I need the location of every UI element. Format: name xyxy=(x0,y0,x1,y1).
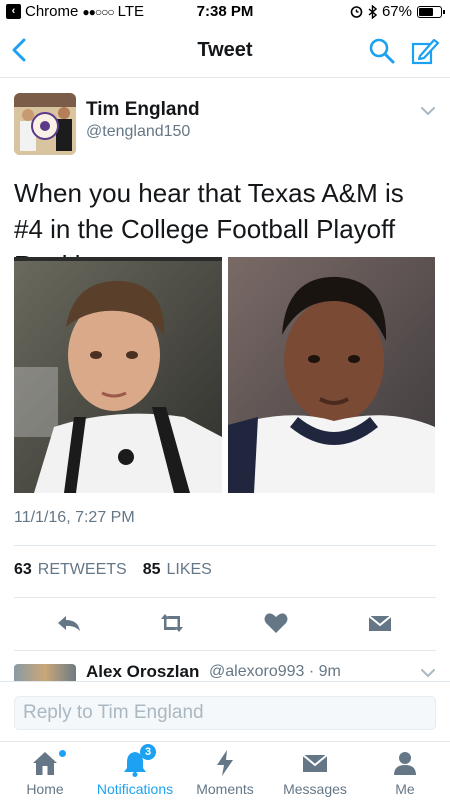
alarm-icon xyxy=(350,6,363,18)
home-icon xyxy=(33,752,57,775)
tab-bar: Home 3 Notifications Moments Messages Me xyxy=(0,741,450,800)
tweet-photo-right[interactable] xyxy=(228,257,435,493)
notifications-badge: 3 xyxy=(140,744,156,760)
like-icon[interactable] xyxy=(261,608,291,638)
tab-notifications[interactable]: 3 Notifications xyxy=(90,742,180,800)
player-photo-two xyxy=(228,257,435,493)
chevron-down-icon[interactable] xyxy=(420,668,436,678)
search-icon[interactable] xyxy=(368,37,396,65)
compose-icon[interactable] xyxy=(410,36,440,66)
tweet-actions xyxy=(0,608,450,638)
bluetooth-icon xyxy=(368,4,377,19)
reply-icon[interactable] xyxy=(54,608,84,638)
battery-percent: 67% xyxy=(381,3,412,20)
tab-me[interactable]: Me xyxy=(360,742,450,800)
navigation-bar: Tweet xyxy=(0,24,450,78)
tweet-timestamp: 11/1/16, 7:27 PM xyxy=(14,509,135,526)
reply-author-avatar[interactable] xyxy=(14,664,76,682)
status-bar: ‹ Chrome ●●○○○ LTE 7:38 PM 67% xyxy=(0,0,450,24)
reply-bar xyxy=(0,681,450,741)
tab-label: Me xyxy=(395,781,415,797)
chevron-down-icon[interactable] xyxy=(420,106,436,116)
avatar-image xyxy=(14,93,76,155)
battery-icon xyxy=(417,5,445,18)
tab-moments[interactable]: Moments xyxy=(180,742,270,800)
author-avatar[interactable] xyxy=(14,93,76,155)
tweet-stats: 63 RETWEETS 85 LIKES xyxy=(14,561,212,579)
retweet-icon[interactable] xyxy=(157,608,187,638)
tweet-photo-left[interactable] xyxy=(14,257,222,493)
divider xyxy=(14,597,436,598)
reply-input[interactable] xyxy=(14,696,436,730)
home-unread-dot xyxy=(59,750,66,757)
reply-author-handle[interactable]: @alexoro993 · 9m xyxy=(209,663,341,681)
author-handle[interactable]: @tengland150 xyxy=(86,123,190,141)
divider xyxy=(14,545,436,546)
likes-label[interactable]: LIKES xyxy=(166,561,211,579)
reply-author-name[interactable]: Alex Oroszlan xyxy=(86,662,199,682)
envelope-icon xyxy=(302,754,328,772)
tab-home[interactable]: Home xyxy=(0,742,90,800)
retweets-label[interactable]: RETWEETS xyxy=(38,561,127,579)
player-photo-one xyxy=(14,257,222,493)
likes-count[interactable]: 85 xyxy=(143,561,161,579)
tab-messages[interactable]: Messages xyxy=(270,742,360,800)
author-name[interactable]: Tim England xyxy=(86,99,200,121)
retweets-count[interactable]: 63 xyxy=(14,561,32,579)
direct-message-icon[interactable] xyxy=(365,608,395,638)
person-icon xyxy=(394,752,416,775)
status-right: 67% xyxy=(350,3,445,20)
lightning-icon xyxy=(217,750,233,776)
divider xyxy=(14,650,436,651)
